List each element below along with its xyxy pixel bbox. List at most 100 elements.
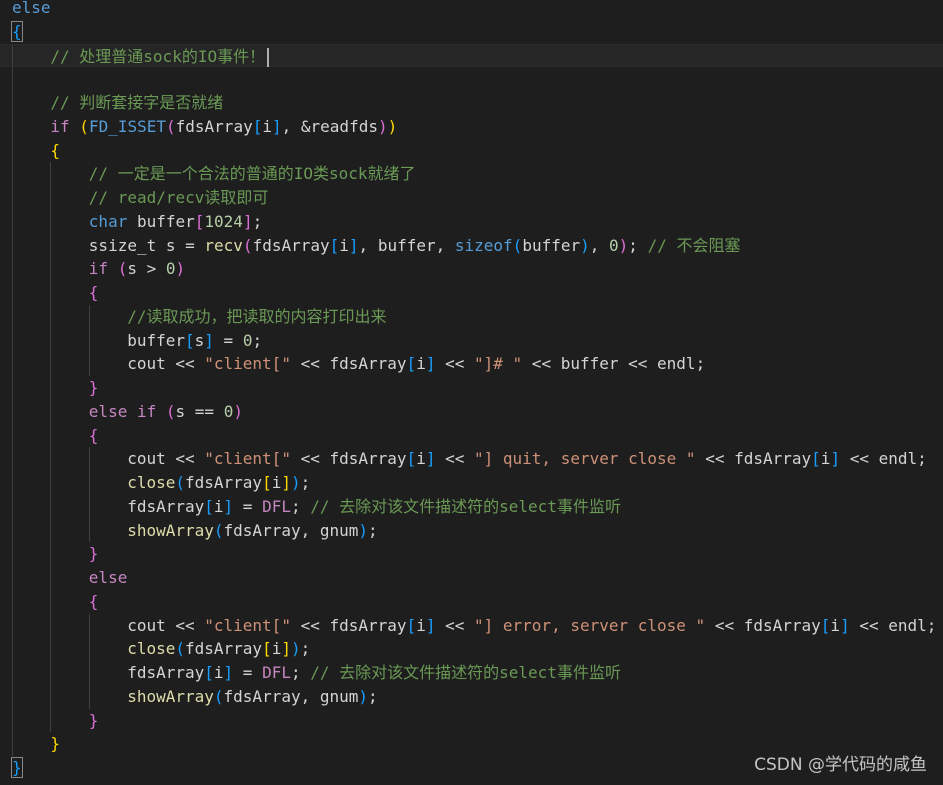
indent-guide (88, 637, 90, 661)
code-text: } (89, 709, 99, 733)
indent-guide (50, 162, 52, 186)
code-text: } (50, 732, 60, 756)
code-line[interactable]: if (s > 0) (0, 257, 943, 281)
code-token: fdsArray (127, 496, 205, 516)
code-line[interactable]: showArray(fdsArray, gnum); (0, 518, 943, 543)
code-line[interactable]: } (0, 708, 943, 733)
code-token: cout << (127, 354, 205, 374)
code-token: ( (165, 401, 176, 421)
code-token: fdsArray, gnum (223, 520, 359, 540)
code-line[interactable]: { (0, 138, 943, 163)
indent-guide (12, 186, 13, 210)
code-line[interactable]: { (0, 20, 943, 44)
code-token: { (11, 20, 23, 42)
indent-guide (12, 352, 13, 376)
indent-guide (88, 661, 90, 685)
code-line[interactable]: ssize_t s = recv(fdsArray[i], buffer, si… (0, 233, 943, 258)
code-line[interactable]: fdsArray[i] = DFL; // 去除对该文件描述符的select事件… (0, 494, 943, 519)
indent-guide (12, 566, 13, 590)
code-token: s > (127, 259, 166, 279)
indent-guide (12, 209, 13, 234)
code-token: ( (175, 639, 185, 659)
code-line[interactable]: buffer[s] = 0; (0, 328, 943, 353)
code-line[interactable]: // 一定是一个合法的普通的IO类sock就绪了 (0, 162, 943, 186)
code-token: // 不会阻塞 (647, 235, 741, 255)
indent-guide (88, 328, 90, 353)
code-token: //读取成功，把读取的内容打印出来 (127, 306, 387, 326)
code-token: fdsArray (127, 663, 205, 682)
indent-guide (50, 186, 52, 210)
indent-guide (12, 589, 13, 614)
indent-guide (12, 376, 13, 400)
indent-guide (88, 304, 90, 329)
code-editor[interactable]: else{// 处理普通sock的IO事件！// 判断套接字是否就绪 if (FD… (0, 0, 943, 785)
code-line[interactable]: showArray(fdsArray, gnum); (0, 684, 943, 709)
code-text: else (89, 566, 128, 590)
code-token: close (127, 639, 176, 659)
code-line[interactable]: cout << "client[" << fdsArray[i] << "] q… (0, 447, 943, 471)
code-token: ( (79, 116, 89, 136)
code-line[interactable]: char buffer[1024]; (0, 209, 943, 234)
code-line[interactable]: { (0, 589, 943, 614)
code-token: i (830, 615, 841, 635)
code-text: showArray(fdsArray, gnum); (127, 685, 377, 709)
code-line[interactable]: } (0, 542, 943, 566)
indent-guide (50, 637, 52, 661)
code-line[interactable]: } (0, 376, 943, 400)
code-token: i (213, 663, 224, 682)
indent-guide (50, 518, 52, 543)
code-token: DFL (262, 496, 291, 516)
code-token: s (194, 330, 205, 350)
code-line[interactable]: // 判断套接字是否就绪 (0, 91, 943, 115)
code-line[interactable]: { (0, 281, 943, 305)
indent-guide (88, 447, 90, 471)
code-token: ; (368, 686, 378, 706)
code-text: //读取成功，把读取的内容打印出来 (127, 305, 386, 329)
code-line[interactable] (0, 67, 943, 91)
indent-guide (12, 91, 13, 115)
code-token: ] (271, 116, 282, 136)
code-line[interactable]: else if (s == 0) (0, 399, 943, 424)
code-token: ssize_t s = (88, 235, 205, 255)
code-line[interactable]: // 处理普通sock的IO事件！ (0, 43, 943, 68)
code-token: fdsArray (185, 639, 263, 659)
code-line[interactable]: cout << "client[" << fdsArray[i] << "]# … (0, 352, 943, 376)
code-token: else (12, 0, 51, 17)
indent-guide (12, 67, 13, 91)
code-token: // 去除对该文件描述符的select事件监听 (310, 663, 621, 682)
code-token: << endl; (840, 449, 927, 469)
code-line[interactable]: { (0, 423, 943, 448)
code-text: fdsArray[i] = DFL; // 去除对该文件描述符的select事件… (127, 495, 621, 519)
code-text: close(fdsArray[i]); (127, 637, 310, 661)
code-token: << (435, 354, 474, 374)
code-line[interactable]: //读取成功，把读取的内容打印出来 (0, 304, 943, 329)
code-text: cout << "client[" << fdsArray[i] << "]# … (127, 352, 705, 376)
code-token: "client[" (204, 449, 291, 469)
code-line[interactable]: // read/recv读取即可 (0, 186, 943, 210)
code-line[interactable]: close(fdsArray[i]); (0, 637, 943, 661)
code-line[interactable]: close(fdsArray[i]); (0, 471, 943, 495)
code-line[interactable]: cout << "client[" << fdsArray[i] << "] e… (0, 613, 943, 638)
code-token: ) (290, 639, 301, 659)
code-token: "] error, server close " (474, 615, 706, 635)
indent-guide (88, 684, 90, 709)
code-token: i (271, 473, 282, 492)
code-token: , & (281, 116, 311, 136)
code-token: FD_ISSET (88, 116, 166, 136)
indent-guide (50, 661, 52, 685)
code-token: ] (840, 615, 850, 635)
code-token: ; (252, 330, 263, 350)
indent-guide (12, 518, 13, 543)
indent-guide (12, 613, 13, 638)
indent-guide (12, 233, 13, 258)
code-line[interactable]: else (0, 566, 943, 590)
code-token: "client[" (204, 615, 291, 635)
code-token: ) (358, 686, 369, 706)
code-line[interactable]: else (0, 0, 943, 20)
code-line[interactable]: fdsArray[i] = DFL; // 去除对该文件描述符的select事件… (0, 661, 943, 685)
code-line[interactable]: if (FD_ISSET(fdsArray[i], &readfds)) (0, 114, 943, 139)
